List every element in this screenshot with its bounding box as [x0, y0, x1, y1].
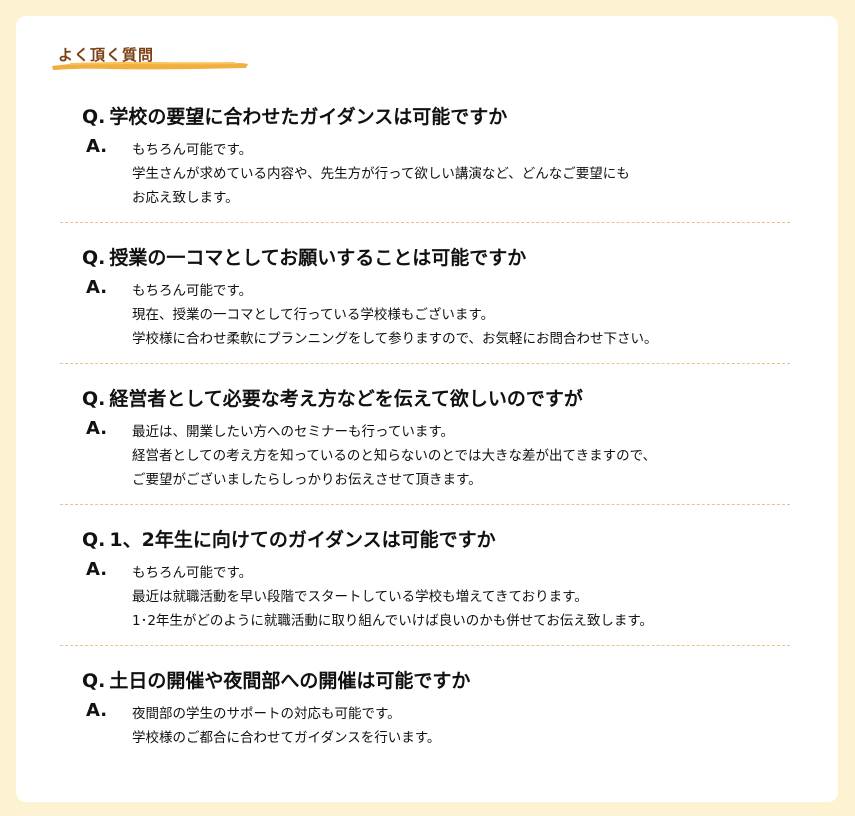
question-text: 土日の開催や夜間部への開催は可能ですか — [109, 670, 471, 692]
dashed-divider — [60, 222, 790, 223]
faq-item: Q. 授業の一コマとしてお願いすることは可能ですか A. もちろん可能です。 現… — [60, 245, 800, 351]
question-prefix: Q. — [82, 247, 106, 269]
answer-line: 学生さんが求めている内容や、先生方が行って欲しい講演など、どんなご要望にも — [132, 166, 630, 182]
question-text: 1、2年生に向けてのガイダンスは可能ですか — [109, 529, 496, 551]
answer-prefix: A. — [86, 418, 108, 439]
question-prefix: Q. — [82, 388, 106, 410]
answer-line: ご要望がございましたらしっかりお伝えさせて頂きます。 — [132, 472, 482, 488]
faq-question: Q. 経営者として必要な考え方などを伝えて欲しいのですが — [82, 386, 800, 412]
section-title-text: よく頂く質問 — [58, 46, 155, 64]
answer-line: 最近は就職活動を早い段階でスタートしている学校も増えてきております。 — [132, 589, 588, 605]
faq-answer: A. 夜間部の学生のサポートの対応も可能です。 学校様のご都合に合わせてガイダン… — [86, 700, 800, 750]
answer-line: 夜間部の学生のサポートの対応も可能です。 — [132, 706, 401, 722]
answer-line: 学校様に合わせ柔軟にプランニングをして参りますので、お気軽にお問合わせ下さい。 — [132, 331, 658, 347]
faq-list: Q. 学校の要望に合わせたガイダンスは可能ですか A. もちろん可能です。 学生… — [60, 104, 800, 750]
answer-line: 現在、授業の一コマとして行っている学校様もございます。 — [132, 307, 495, 323]
faq-answer: A. もちろん可能です。 現在、授業の一コマとして行っている学校様もございます。… — [86, 277, 800, 351]
answer-line: 経営者としての考え方を知っているのと知らないのとでは大きな差が出てきますので、 — [132, 448, 657, 464]
dashed-divider — [60, 504, 790, 505]
dashed-divider — [60, 645, 790, 646]
question-text: 経営者として必要な考え方などを伝えて欲しいのですが — [109, 388, 583, 410]
question-text: 学校の要望に合わせたガイダンスは可能ですか — [109, 106, 508, 128]
question-prefix: Q. — [82, 106, 106, 128]
faq-question: Q. 土日の開催や夜間部への開催は可能ですか — [82, 668, 800, 694]
faq-item: Q. 1、2年生に向けてのガイダンスは可能ですか A. もちろん可能です。 最近… — [60, 527, 800, 633]
faq-answer: A. もちろん可能です。 学生さんが求めている内容や、先生方が行って欲しい講演な… — [86, 136, 800, 210]
faq-question: Q. 学校の要望に合わせたガイダンスは可能ですか — [82, 104, 800, 130]
faq-item: Q. 土日の開催や夜間部への開催は可能ですか A. 夜間部の学生のサポートの対応… — [60, 668, 800, 750]
faq-question: Q. 1、2年生に向けてのガイダンスは可能ですか — [82, 527, 800, 553]
faq-question: Q. 授業の一コマとしてお願いすることは可能ですか — [82, 245, 800, 271]
answer-line: 最近は、開業したい方へのセミナーも行っています。 — [132, 424, 454, 440]
question-prefix: Q. — [82, 529, 106, 551]
faq-item: Q. 経営者として必要な考え方などを伝えて欲しいのですが A. 最近は、開業した… — [60, 386, 800, 492]
answer-prefix: A. — [86, 277, 108, 298]
question-prefix: Q. — [82, 670, 106, 692]
answer-line: もちろん可能です。 — [132, 142, 253, 158]
dashed-divider — [60, 363, 790, 364]
faq-card: よく頂く質問 Q. 学校の要望に合わせたガイダンスは可能ですか A. もちろん可… — [16, 16, 838, 802]
answer-prefix: A. — [86, 559, 108, 580]
answer-prefix: A. — [86, 136, 108, 157]
answer-prefix: A. — [86, 700, 108, 721]
answer-line: 1･2年生がどのように就職活動に取り組んでいけば良いのかも併せてお伝え致します。 — [132, 613, 653, 629]
answer-line: もちろん可能です。 — [132, 565, 253, 581]
answer-line: 学校様のご都合に合わせてガイダンスを行います。 — [132, 730, 441, 746]
faq-answer: A. 最近は、開業したい方へのセミナーも行っています。 経営者としての考え方を知… — [86, 418, 800, 492]
faq-answer: A. もちろん可能です。 最近は就職活動を早い段階でスタートしている学校も増えて… — [86, 559, 800, 633]
question-text: 授業の一コマとしてお願いすることは可能ですか — [109, 247, 527, 269]
faq-item: Q. 学校の要望に合わせたガイダンスは可能ですか A. もちろん可能です。 学生… — [60, 104, 800, 210]
answer-line: もちろん可能です。 — [132, 283, 253, 299]
section-title: よく頂く質問 — [52, 44, 256, 72]
answer-line: お応え致します。 — [132, 190, 239, 206]
